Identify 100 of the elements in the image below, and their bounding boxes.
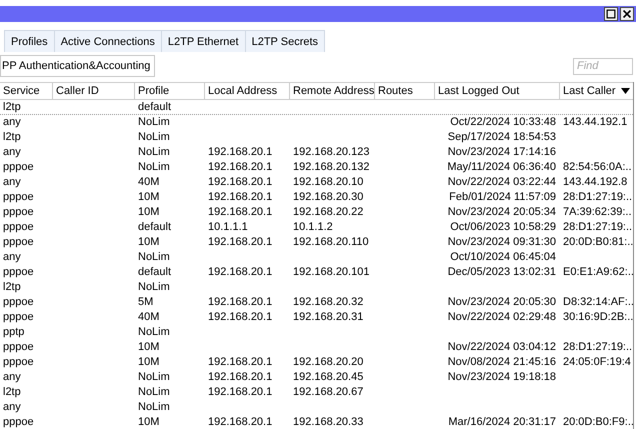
maximize-icon[interactable]	[604, 7, 618, 21]
table-cell-text: pppoe	[2, 415, 35, 429]
column-header[interactable]: Caller ID	[53, 83, 135, 99]
table-cell-text: pppoe	[2, 160, 35, 175]
table-cell-text: pppoe	[2, 310, 35, 325]
table-cell-text: Nov/23/2024 09:31:30	[446, 235, 557, 250]
table-cell-text: default	[137, 220, 172, 235]
table-cell-text: Mar/16/2024 20:31:17	[447, 415, 557, 429]
table-cell-text: any	[2, 175, 22, 190]
search-field[interactable]: Find	[573, 58, 633, 74]
table-cell-text: E0:E1:A9:62:..	[562, 265, 634, 280]
table-cell-text: 20:0D:B0:81:..	[562, 235, 634, 250]
table-cell-text: 10M	[137, 355, 160, 370]
table-cell-text: 192.168.20.45	[292, 370, 364, 385]
table-cell-text: 192.168.20.1	[207, 295, 274, 310]
table-cell-text: 7A:39:62:39:..	[562, 205, 632, 220]
table-cell-text: default	[137, 100, 172, 115]
table-cell-text: 10M	[137, 190, 160, 205]
table-cell-text: 192.168.20.10	[292, 175, 364, 190]
toolbar-button[interactable]: PP Authentication&Accounting	[0, 55, 156, 77]
table-cell-text: Feb/01/2024 11:57:09	[448, 190, 557, 205]
table-cell-text: NoLim	[137, 400, 171, 415]
table-cell-text: 30:16:9D:2B:..	[562, 310, 634, 325]
table-cell-text: pppoe	[2, 205, 35, 220]
table-cell-text: default	[137, 265, 172, 280]
table-cell-text: any	[2, 250, 22, 265]
table-cell-text: 10.1.1.1	[207, 220, 249, 235]
table-cell-text: NoLim	[137, 145, 171, 160]
table-cell-text: May/11/2024 06:36:40	[446, 160, 557, 175]
table-cell-text: l2tp	[2, 280, 22, 295]
table-cell-text: 192.168.20.1	[207, 175, 274, 190]
table-cell-text: pppoe	[2, 265, 35, 280]
table-cell-text: 143.44.192.1	[562, 115, 628, 130]
table-cell-text: 192.168.20.1	[207, 190, 274, 205]
table-cell-text: NoLim	[137, 280, 171, 295]
table-cell-text: 192.168.20.1	[207, 265, 274, 280]
table-cell-text: 192.168.20.132	[292, 160, 370, 175]
table-cell-text: 28:D1:27:19:..	[562, 220, 633, 235]
column-header[interactable]: Local Address	[205, 83, 290, 99]
table-cell-text: Oct/22/2024 10:33:48	[449, 115, 557, 130]
table-cell-text: 192.168.20.1	[207, 160, 274, 175]
table-cell-text: 192.168.20.31	[292, 310, 364, 325]
table-cell-text: 192.168.20.123	[292, 145, 370, 160]
table-cell-text: NoLim	[137, 160, 171, 175]
table-cell-text: 192.168.20.33	[292, 415, 364, 429]
table-cell-text: 192.168.20.1	[207, 310, 274, 325]
table-cell-text: pppoe	[2, 235, 35, 250]
table-cell-text: pppoe	[2, 340, 35, 355]
close-icon[interactable]	[620, 7, 634, 21]
table-cell-text: 10M	[137, 235, 160, 250]
table-cell-text: pppoe	[2, 190, 35, 205]
column-header[interactable]: Remote Address	[290, 83, 375, 99]
table-cell-text: Nov/08/2024 21:45:16	[446, 355, 557, 370]
column-header[interactable]: Last Logged Out	[435, 83, 560, 99]
column-header[interactable]: Profile	[135, 83, 205, 99]
table-cell-text: 192.168.20.1	[207, 385, 274, 400]
table-cell-text: NoLim	[137, 325, 171, 340]
table-cell-text: 192.168.20.1	[207, 415, 274, 429]
table-cell-text: any	[2, 370, 22, 385]
table-cell-text: Sep/17/2024 18:54:53	[446, 130, 557, 145]
table-cell-text: 192.168.20.67	[292, 385, 364, 400]
table-cell-text: Nov/22/2024 03:22:44	[446, 175, 557, 190]
table-cell-text: Nov/23/2024 19:18:18	[446, 370, 557, 385]
table-cell-text: D8:32:14:AF:..	[562, 295, 634, 310]
table-cell-text: Nov/22/2024 03:04:12	[446, 340, 557, 355]
table-cell-text: 192.168.20.101	[292, 265, 370, 280]
table-cell-text: 192.168.20.32	[292, 295, 364, 310]
table-cell-text: 20:0D:B0:F9:..	[562, 415, 634, 429]
tab[interactable]: L2TP Secrets	[244, 30, 326, 52]
table-cell-text: 10M	[137, 340, 160, 355]
table-cell-text: Nov/23/2024 20:05:34	[446, 205, 557, 220]
table-cell-text: 82:54:56:0A:..	[562, 160, 632, 175]
table-cell-text: 192.168.20.22	[292, 205, 364, 220]
column-header[interactable]: Service	[0, 83, 53, 99]
column-header[interactable]: Last Caller	[563, 85, 616, 97]
table-cell-text: pppoe	[2, 295, 35, 310]
tab[interactable]: Active Connections	[54, 30, 162, 52]
table-cell-text: 40M	[137, 310, 160, 325]
table-cell-text: Nov/23/2024 20:05:30	[446, 295, 557, 310]
table-cell-text: l2tp	[2, 385, 22, 400]
table-cell-text: any	[2, 115, 22, 130]
table-cell-text: 28:D1:27:19:..	[562, 190, 633, 205]
table-cell-text: any	[2, 400, 22, 415]
table-cell-text: l2tp	[2, 100, 22, 115]
table-cell-text: 192.168.20.110	[292, 235, 370, 250]
table-cell-text: Nov/23/2024 17:14:16	[446, 145, 557, 160]
table-cell-text: pppoe	[2, 355, 35, 370]
table-cell-text: Nov/22/2024 02:29:48	[446, 310, 557, 325]
table-cell-text: NoLim	[137, 385, 171, 400]
table-cell-text: pppoe	[2, 220, 35, 235]
table-cell-text: NoLim	[137, 130, 171, 145]
table-cell-text: 143.44.192.8	[562, 175, 628, 190]
column-header[interactable]: Routes	[375, 83, 435, 99]
tab[interactable]: Profiles	[4, 30, 55, 52]
table-cell-text: 192.168.20.1	[207, 370, 274, 385]
table-cell-text: 192.168.20.1	[207, 205, 274, 220]
table-cell-text: 24:05:0F:19:4	[562, 355, 632, 370]
dropdown-arrow-icon[interactable]	[621, 88, 630, 94]
tab[interactable]: L2TP Ethernet	[160, 30, 246, 52]
table-cell-text: Dec/05/2023 13:02:31	[446, 265, 557, 280]
